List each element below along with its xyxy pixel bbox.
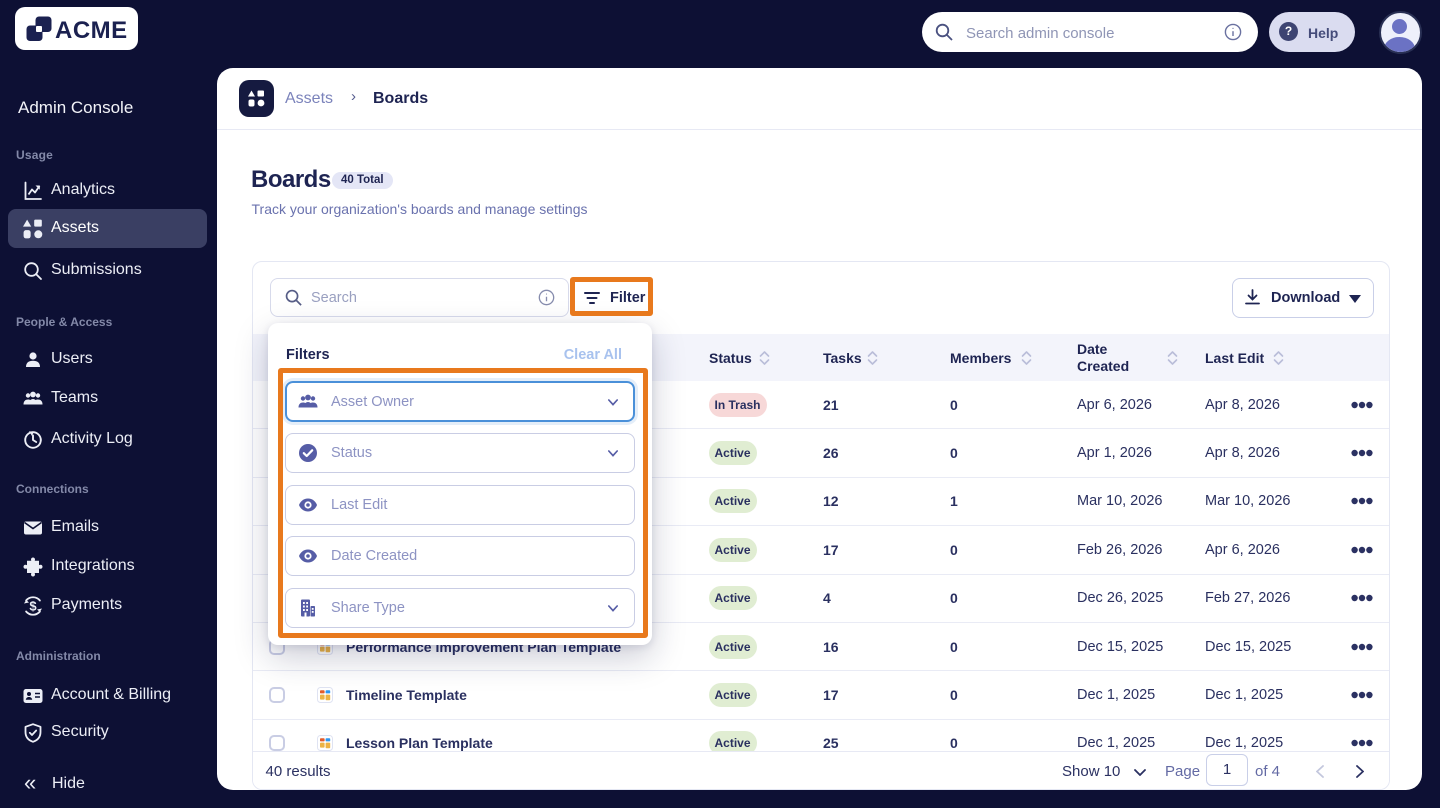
svg-text:$: $	[29, 599, 37, 614]
